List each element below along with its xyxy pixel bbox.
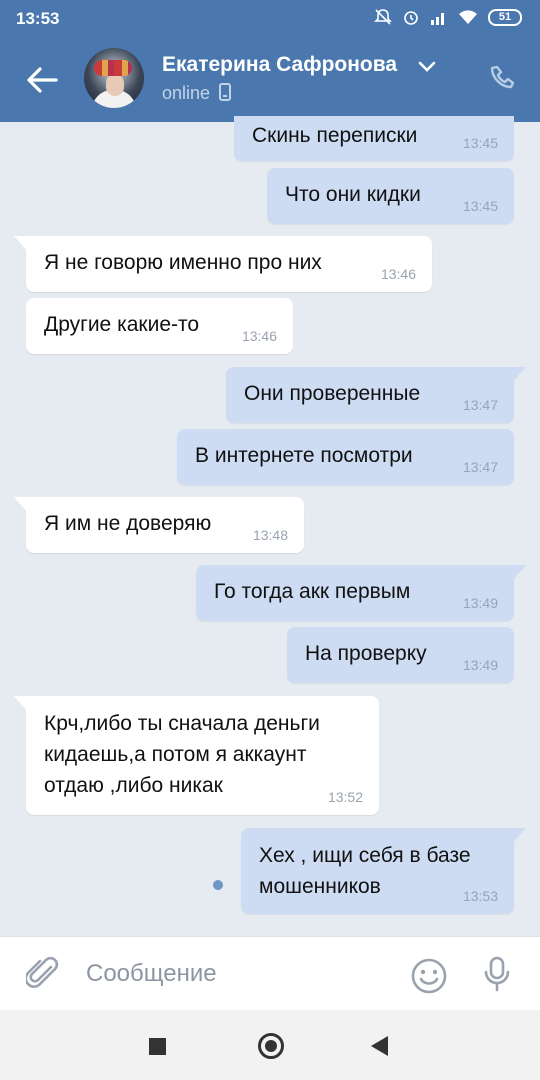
message-outgoing[interactable]: Скинь переписки 13:45 [234,116,514,161]
bubble-tail [14,236,28,252]
contact-status: online [162,83,232,104]
avatar[interactable] [84,48,144,108]
message-time: 13:47 [462,459,498,475]
message-text: На проверку [305,642,427,665]
message-text: Другие какие-то [44,313,200,336]
message-outgoing[interactable]: В интернете посмотри 13:47 [177,429,514,485]
mobile-device-icon [219,83,232,101]
paperclip-icon [24,956,59,988]
status-bar: 13:53 51 [0,0,540,36]
message-text: Крч,либо ты сначала деньги кидаешь,а пот… [44,712,320,797]
message-time: 13:46 [241,328,277,344]
message-time: 13:52 [327,789,363,805]
phone-icon [490,65,515,89]
bubble-tail [14,497,28,513]
system-nav-bar [0,1010,540,1080]
bubble-tail [14,696,28,712]
nav-back-icon[interactable] [371,1036,388,1056]
nav-home-icon[interactable] [258,1033,284,1059]
message-time: 13:49 [462,595,498,611]
message-outgoing[interactable]: Го тогда акк первым 13:49 [196,565,526,621]
message-outgoing[interactable]: Хех , ищи себя в базе мошенников 13:53 [241,828,526,914]
message-time: 13:46 [380,266,416,282]
back-button[interactable] [22,60,62,100]
message-text: Я им не доверяю [44,512,212,535]
emoji-button[interactable] [410,957,448,1000]
status-icons: 51 [374,8,522,26]
bubble-tail [512,367,526,383]
message-incoming[interactable]: Другие какие-то 13:46 [26,298,293,354]
message-outgoing[interactable]: Что они кидки 13:45 [267,168,514,224]
message-text: Скинь переписки [252,124,418,147]
contact-name[interactable]: Екатерина Сафронова [162,53,397,77]
message-incoming[interactable]: Я им не доверяю 13:48 [14,497,304,553]
message-time: 13:48 [252,527,288,543]
status-time: 13:53 [16,9,60,28]
message-text: Го тогда акк первым [214,580,411,603]
message-incoming[interactable]: Крч,либо ты сначала деньги кидаешь,а пот… [14,696,379,815]
wifi-icon [459,10,477,24]
message-time: 13:47 [462,397,498,413]
message-text: Я не говорю именно про них [44,251,322,274]
message-text: Они проверенные [244,382,421,405]
chevron-down-icon [418,61,436,72]
call-button[interactable] [490,64,518,97]
bubble-tail [512,565,526,581]
mute-icon [374,9,392,25]
message-composer [0,936,540,1010]
back-arrow-icon [27,67,58,93]
message-input[interactable] [86,957,386,991]
alarm-icon [404,11,418,25]
attach-button[interactable] [24,955,60,998]
message-text: В интернете посмотри [195,444,413,467]
message-incoming[interactable]: Я не говорю именно про них 13:46 [14,236,432,292]
message-outgoing[interactable]: Они проверенные 13:47 [226,367,526,423]
signal-icon [431,13,444,25]
message-text: Что они кидки [285,183,421,206]
contact-menu-toggle[interactable] [418,60,436,78]
message-time: 13:45 [462,135,498,151]
message-time: 13:49 [462,657,498,673]
contact-status-text: online [162,83,211,103]
microphone-icon [484,956,510,992]
unread-indicator [213,880,223,890]
bubble-tail [512,828,526,844]
message-time: 13:53 [462,888,498,904]
message-outgoing[interactable]: На проверку 13:49 [287,627,514,683]
chat-header: 13:53 51 Екатерина Сафронова online [0,0,540,122]
message-time: 13:45 [462,198,498,214]
voice-message-button[interactable] [482,955,512,998]
nav-recents-icon[interactable] [149,1038,166,1055]
emoji-icon [411,958,447,994]
battery-icon: 51 [488,8,522,26]
